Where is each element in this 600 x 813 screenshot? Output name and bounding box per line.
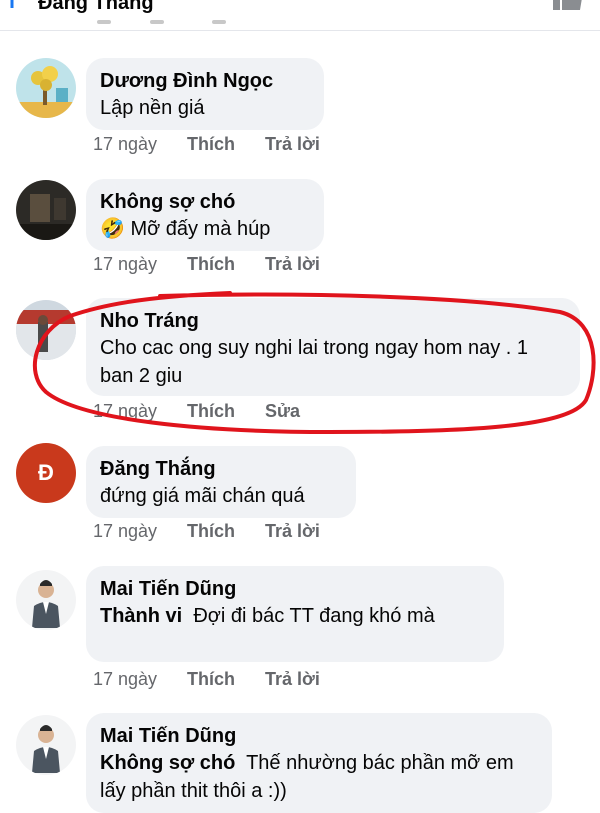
comment-author[interactable]: Mai Tiến Dũng (100, 576, 490, 602)
reply-button[interactable]: Trả lời (265, 669, 320, 690)
comment-author[interactable]: Dương Đình Ngọc (100, 68, 310, 94)
comment-actions: 17 ngày Thích Trả lời (93, 134, 320, 155)
comment-actions: 17 ngày Thích Trả lời (93, 669, 320, 690)
comment-actions: 17 ngày Thích Trả lời (93, 254, 320, 275)
tree-avatar-icon (16, 58, 76, 118)
mention-link[interactable]: Không sợ chó (100, 752, 235, 774)
comment-time[interactable]: 17 ngày (93, 134, 187, 155)
dark-room-avatar-icon (16, 180, 76, 240)
avatar[interactable] (16, 300, 76, 360)
avatar-letter: Đ (38, 460, 54, 485)
comment-text-content: Mỡ đấy mà húp (130, 218, 271, 240)
comment-text-content: Đợi đi bác TT đang khó mà (193, 605, 435, 627)
comment-time[interactable]: 17 ngày (93, 254, 187, 275)
reply-button[interactable]: Trả lời (265, 254, 320, 275)
comment-text: Lập nền giá (100, 97, 205, 119)
comment-author[interactable]: Mai Tiến Dũng (100, 723, 538, 749)
comment-actions: 17 ngày Thích Trả lời (93, 521, 320, 542)
comment-text: đứng giá mãi chán quá (100, 485, 305, 507)
flag-icon (10, 0, 14, 8)
comment-time[interactable]: 17 ngày (93, 521, 187, 542)
avatar[interactable] (16, 58, 76, 118)
avatar[interactable] (16, 180, 76, 240)
comment-author[interactable]: Đăng Thắng (100, 456, 342, 482)
photo-avatar-icon (16, 300, 76, 360)
like-button[interactable]: Thích (187, 401, 265, 422)
comment-time[interactable]: 17 ngày (93, 669, 187, 690)
scroll-fragment (212, 20, 226, 24)
reply-button[interactable]: Trả lời (265, 134, 320, 155)
comment-bubble: Không sợ chó 🤣 Mỡ đấy mà húp (86, 179, 324, 251)
comment-bubble: Nho Tráng Cho cac ong suy nghi lai trong… (86, 298, 580, 396)
comment-text: Không sợ chó Thế nhường bác phần mỡ em l… (100, 749, 538, 805)
avatar[interactable]: Đ (16, 443, 76, 503)
comment-time[interactable]: 17 ngày (93, 401, 187, 422)
thumbs-up-icon[interactable] (552, 0, 584, 12)
avatar[interactable] (16, 715, 76, 775)
comment-bubble: Mai Tiến Dũng Thành vi Đợi đi bác TT đan… (86, 566, 504, 662)
comment-text: Thành vi Đợi đi bác TT đang khó mà (100, 602, 490, 630)
comment-author[interactable]: Không sợ chó (100, 189, 310, 215)
person-suit-avatar-icon (16, 570, 76, 630)
scroll-fragment (150, 20, 164, 24)
comment-text: Cho cac ong suy nghi lai trong ngay hom … (100, 337, 529, 387)
person-suit-avatar-icon (16, 715, 76, 775)
comment-bubble: Mai Tiến Dũng Không sợ chó Thế nhường bá… (86, 713, 552, 813)
page-title: Đăng Thắng (38, 0, 154, 14)
comment-author[interactable]: Nho Tráng (100, 308, 566, 334)
edit-button[interactable]: Sửa (265, 401, 300, 422)
comment-actions: 17 ngày Thích Sửa (93, 401, 300, 422)
comment-bubble: Dương Đình Ngọc Lập nền giá (86, 58, 324, 130)
like-button[interactable]: Thích (187, 134, 265, 155)
top-bar: Đăng Thắng (0, 0, 600, 31)
comment-bubble: Đăng Thắng đứng giá mãi chán quá (86, 446, 356, 518)
mention-link[interactable]: Thành vi (100, 605, 182, 627)
comment-text: 🤣 Mỡ đấy mà húp (100, 215, 310, 243)
avatar[interactable] (16, 570, 76, 630)
like-button[interactable]: Thích (187, 521, 265, 542)
reply-button[interactable]: Trả lời (265, 521, 320, 542)
laughing-emoji-icon: 🤣 (100, 218, 125, 240)
scroll-fragment (97, 20, 111, 24)
like-button[interactable]: Thích (187, 254, 265, 275)
like-button[interactable]: Thích (187, 669, 265, 690)
